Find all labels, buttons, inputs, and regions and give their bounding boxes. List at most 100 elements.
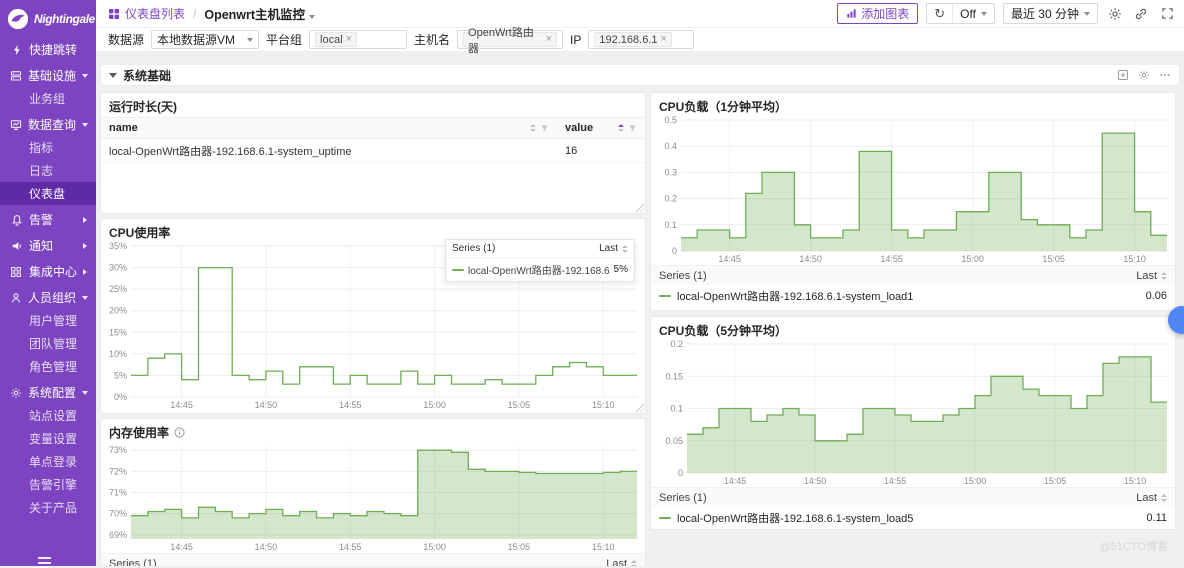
section-more-icon[interactable] [1159,69,1171,81]
metric-name-cell: local-OpenWrt路由器-192.168.6.1-system_upti… [101,143,557,159]
add-chart-button[interactable]: 添加图表 [837,3,918,24]
sidebar-item-role-management[interactable]: 角色管理 [0,355,96,378]
time-range-control: 最近 30 分钟 [1003,3,1098,24]
legend-last-sort[interactable]: Last [1136,270,1167,282]
refresh-button[interactable]: ↻ [927,4,952,23]
sidebar-item-integrations[interactable]: 集成中心 [0,260,96,283]
svg-text:14:55: 14:55 [880,254,903,264]
svg-text:15:10: 15:10 [1123,254,1146,264]
svg-text:14:55: 14:55 [339,542,362,552]
chevron-down-icon [82,391,88,395]
legend-last-sort[interactable]: Last [599,243,628,254]
sidebar-item-about[interactable]: 关于产品 [0,496,96,519]
sort-icon-ascending[interactable] [618,124,624,132]
sort-icon[interactable] [530,124,536,132]
close-icon[interactable]: × [661,34,667,45]
close-icon[interactable]: × [546,34,552,45]
memory-usage-chart[interactable]: 14:4514:5014:5515:0015:0515:1069%70%71%7… [103,441,643,553]
breadcrumb-dashboard-list[interactable]: 仪表盘列表 [108,5,185,22]
legend-last-sort[interactable]: Last [606,558,637,567]
series-color-swatch [452,269,464,271]
dashboard-content: 系统基础 运行时长(天) name value [96,52,1184,566]
settings-gear-icon[interactable] [1106,5,1124,23]
filter-funnel-icon[interactable] [628,124,637,133]
section-system-basics[interactable]: 系统基础 [100,64,1180,86]
fullscreen-icon[interactable] [1158,5,1176,23]
filter-funnel-icon[interactable] [540,124,549,133]
sidebar-item-organization[interactable]: 人员组织 [0,286,96,309]
svg-text:10%: 10% [109,349,127,359]
sidebar-item-variable-settings[interactable]: 变量设置 [0,427,96,450]
svg-text:14:45: 14:45 [724,476,747,486]
chevron-down-icon [1084,12,1090,16]
time-range-value: 最近 30 分钟 [1011,5,1079,22]
sidebar-item-alert-engine[interactable]: 告警引擎 [0,473,96,496]
legend-series-count: Series (1) [452,243,495,254]
svg-text:14:50: 14:50 [804,476,827,486]
sidebar-item-label: 告警 [29,211,53,228]
cpu-load5-chart[interactable]: 14:4514:5014:5515:0015:0515:1000.050.10.… [653,339,1173,487]
legend-header: Series (1) Last [101,553,645,566]
breadcrumb-current-dashboard[interactable]: Openwrt主机监控 [204,4,315,23]
resize-handle[interactable] [634,202,644,212]
sidebar-item-logs[interactable]: 日志 [0,159,96,182]
series-name: local-OpenWrt路由器-192.168.6.1-system_load… [677,288,1140,304]
sidebar-item-site-settings[interactable]: 站点设置 [0,404,96,427]
close-icon[interactable]: × [346,34,352,45]
table-row[interactable]: local-OpenWrt路由器-192.168.6.1-system_upti… [101,139,645,163]
datasource-select[interactable]: 本地数据源VM [151,30,259,49]
section-actions [1117,69,1171,81]
sidebar-item-system-config[interactable]: 系统配置 [0,381,96,404]
svg-text:20%: 20% [109,306,127,316]
sidebar-item-team-management[interactable]: 团队管理 [0,332,96,355]
svg-text:0.1: 0.1 [664,220,677,230]
column-header-name[interactable]: name [101,122,557,134]
legend-item[interactable]: local-OpenWrt路由器-192.168.6.1-system_load… [651,507,1175,529]
sidebar-item-metrics[interactable]: 指标 [0,136,96,159]
chart-monitor-icon [10,118,22,131]
svg-text:15:05: 15:05 [508,542,531,552]
refresh-interval-select[interactable]: Off [953,4,994,23]
section-collapse-caret-icon[interactable] [109,73,117,78]
chart-legend-overlay: Series (1) Last local-OpenWrt路由器-192.168… [445,239,635,282]
legend-series-count: Series (1) [109,558,157,567]
legend-item[interactable]: local-OpenWrt路由器-192.168.6.1-system_load… [651,285,1175,307]
hostname-select[interactable]: OpenWrt路由器 × [457,30,563,49]
sidebar-item-label: 仪表盘 [29,185,65,202]
breadcrumb-current-label: Openwrt主机监控 [204,8,305,22]
sidebar-item-sso[interactable]: 单点登录 [0,450,96,473]
group-select[interactable]: local × [309,30,407,49]
sidebar-item-dashboard[interactable]: 仪表盘 [0,182,96,205]
legend-item[interactable]: local-OpenWrt路由器-192.168.6.1-cpu_used 5% [446,258,634,281]
svg-text:0.1: 0.1 [670,404,683,414]
svg-text:0: 0 [678,468,683,478]
sidebar-item-label: 单点登录 [29,453,77,470]
svg-text:35%: 35% [109,241,127,251]
ip-select[interactable]: 192.168.6.1 × [588,30,694,49]
column-header-value[interactable]: value [557,122,645,134]
share-link-icon[interactable] [1132,5,1150,23]
add-chart-label: 添加图表 [861,5,909,22]
svg-text:15%: 15% [109,327,127,337]
sidebar-item-business-group[interactable]: 业务组 [0,87,96,110]
add-panel-icon[interactable] [1117,69,1129,81]
sidebar-item-notifications[interactable]: 通知 [0,234,96,257]
time-range-select[interactable]: 最近 30 分钟 [1004,4,1097,23]
sidebar-item-infrastructure[interactable]: 基础设施 [0,64,96,87]
table-header: name value [101,117,645,139]
svg-text:30%: 30% [109,263,127,273]
svg-text:14:55: 14:55 [339,400,362,410]
sidebar-item-label: 日志 [29,162,53,179]
info-icon[interactable] [174,427,185,438]
logo[interactable]: Nightingale [0,0,96,34]
cpu-load1-chart[interactable]: 14:4514:5014:5515:0015:0515:1000.10.20.3… [653,115,1173,265]
section-settings-icon[interactable] [1138,69,1150,81]
sidebar-item-data-query[interactable]: 数据查询 [0,113,96,136]
sidebar-collapse-button[interactable] [38,557,51,568]
legend-last-sort[interactable]: Last [1136,492,1167,504]
sidebar-item-user-management[interactable]: 用户管理 [0,309,96,332]
series-color-swatch [659,295,671,297]
sidebar-item-quick-jump[interactable]: 快捷跳转 [0,38,96,61]
sidebar-item-alerts[interactable]: 告警 [0,208,96,231]
sidebar-item-label: 数据查询 [28,116,76,133]
